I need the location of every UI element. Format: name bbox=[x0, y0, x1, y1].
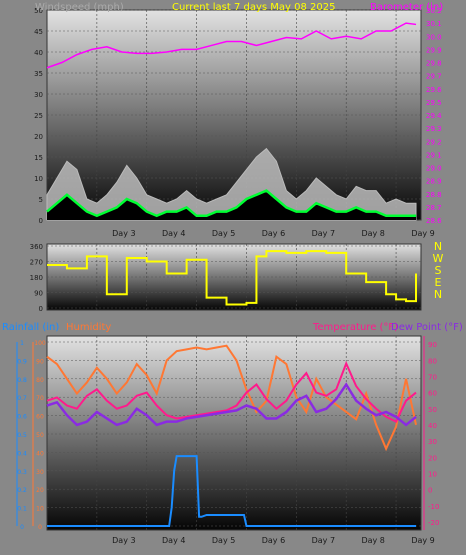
temperature-axis-label: Temperature (°F) bbox=[312, 322, 398, 333]
temperature-tick-label: 20 bbox=[428, 454, 437, 462]
humidity-tick-label: 30 bbox=[36, 469, 44, 476]
temperature-tick-label: 10 bbox=[428, 470, 437, 478]
humidity-tick-label: 60 bbox=[36, 414, 44, 421]
x-tick-label: Day 6 bbox=[262, 229, 285, 238]
y-left-tick-label: 10 bbox=[34, 175, 43, 183]
x-tick-label: Day 9 bbox=[411, 536, 434, 545]
y-left-tick-label: 90 bbox=[34, 290, 43, 298]
y-left-tick-label: 180 bbox=[30, 274, 43, 282]
y-right-tick-label: 29.8 bbox=[426, 60, 442, 68]
temperature-tick-label: 90 bbox=[428, 341, 437, 349]
temperature-tick-label: 60 bbox=[428, 390, 437, 398]
y-left-tick-label: 270 bbox=[30, 259, 43, 267]
temperature-tick-label: 80 bbox=[428, 357, 437, 365]
y-right-tick-label: 29.1 bbox=[426, 151, 442, 159]
y-left-tick-label: 45 bbox=[34, 28, 43, 36]
x-tick-label: Day 7 bbox=[312, 536, 335, 545]
y-right-tick-label: 29.3 bbox=[426, 125, 442, 133]
x-tick-label: Day 3 bbox=[112, 229, 135, 238]
x-tick-label: Day 4 bbox=[162, 536, 185, 545]
y-left-tick-label: 30 bbox=[34, 91, 43, 99]
humidity-tick-label: 80 bbox=[36, 377, 44, 384]
y-left-tick-label: 5 bbox=[39, 196, 43, 204]
temperature-tick-label: -10 bbox=[428, 503, 439, 511]
wind-baro-x-labels: Day 3 Day 4 Day 5 Day 6 Day 7 Day 8 Day 9 bbox=[112, 229, 435, 238]
y-left-tick-label: 0 bbox=[39, 305, 43, 313]
y-left-tick-label: 0 bbox=[39, 217, 43, 225]
temperature-tick-label: 40 bbox=[428, 422, 437, 430]
rain-tick-label: 0.3 bbox=[17, 469, 27, 476]
chart-title: Current last 7 days May 08 2025 bbox=[172, 2, 335, 13]
y-right-tick-label: 30.1 bbox=[426, 20, 442, 28]
y-right-tick-label: 29.0 bbox=[426, 165, 442, 173]
x-tick-label: Day 5 bbox=[212, 536, 235, 545]
x-tick-label: Day 8 bbox=[361, 536, 384, 545]
rain-tick-label: 0.6 bbox=[17, 414, 27, 421]
x-tick-label: Day 4 bbox=[162, 229, 185, 238]
y-left-tick-label: 15 bbox=[34, 154, 43, 162]
rain-tick-label: 0.9 bbox=[17, 358, 27, 365]
y-left-tick-label: 20 bbox=[34, 133, 43, 141]
humidity-tick-label: 50 bbox=[36, 432, 44, 439]
compass-label: N bbox=[434, 288, 442, 301]
y-right-tick-label: 29.5 bbox=[426, 99, 442, 107]
windspeed-axis-label: Windspeed (mph) bbox=[35, 2, 124, 13]
temperature-tick-label: 70 bbox=[428, 373, 437, 381]
y-right-tick-label: 29.4 bbox=[426, 112, 442, 120]
x-tick-label: Day 3 bbox=[112, 536, 135, 545]
y-right-tick-label: 28.6 bbox=[426, 217, 442, 225]
temperature-tick-label: -20 bbox=[428, 519, 439, 527]
x-tick-label: Day 5 bbox=[212, 229, 235, 238]
humidity-tick-label: 0 bbox=[38, 524, 42, 531]
y-left-tick-label: 25 bbox=[34, 112, 43, 120]
rain-tick-label: 0.8 bbox=[17, 377, 27, 384]
y-right-tick-label: 28.7 bbox=[426, 204, 442, 212]
temperature-tick-label: 0 bbox=[428, 487, 432, 495]
y-right-tick-label: 29.7 bbox=[426, 73, 442, 81]
rain-temp-x-labels: Day 3 Day 4 Day 5 Day 6 Day 7 Day 8 Day 9 bbox=[112, 536, 435, 545]
temperature-tick-label: 50 bbox=[428, 406, 437, 414]
temperature-tick-label: 30 bbox=[428, 438, 437, 446]
y-left-tick-label: 35 bbox=[34, 70, 43, 78]
y-right-tick-label: 28.8 bbox=[426, 191, 442, 199]
humidity-tick-label: 40 bbox=[36, 450, 44, 457]
humidity-tick-label: 20 bbox=[36, 487, 44, 494]
y-left-tick-label: 40 bbox=[34, 49, 43, 57]
y-right-tick-label: 28.9 bbox=[426, 178, 442, 186]
rain-temp-plot-area bbox=[46, 335, 422, 531]
rain-tick-label: 0.5 bbox=[17, 432, 27, 439]
humidity-tick-label: 10 bbox=[36, 506, 44, 513]
y-right-tick-label: 30.0 bbox=[426, 33, 442, 41]
y-right-tick-label: 29.9 bbox=[426, 46, 442, 54]
barometer-axis-label: Barometer (in) bbox=[370, 2, 443, 13]
humidity-tick-label: 70 bbox=[36, 395, 44, 402]
rainfall-axis-label: Rainfall (in) bbox=[2, 322, 59, 333]
rain-tick-label: 0 bbox=[20, 524, 24, 531]
dewpoint-axis-label: Dew Point (°F) bbox=[391, 322, 463, 333]
rain-tick-label: 0.1 bbox=[17, 506, 27, 513]
y-right-tick-label: 29.2 bbox=[426, 138, 442, 146]
x-tick-label: Day 7 bbox=[312, 229, 335, 238]
weather-chart: 0510152025303540455028.628.728.828.929.0… bbox=[2, 2, 463, 545]
rain-tick-label: 0.4 bbox=[17, 450, 27, 457]
x-tick-label: Day 6 bbox=[262, 536, 285, 545]
rain-tick-label: 1 bbox=[20, 340, 24, 347]
humidity-axis-label: Humidity bbox=[66, 322, 111, 333]
x-tick-label: Day 9 bbox=[411, 229, 434, 238]
y-left-tick-label: 360 bbox=[30, 243, 43, 251]
y-right-tick-label: 29.6 bbox=[426, 86, 442, 94]
humidity-tick-label: 100 bbox=[34, 340, 46, 347]
rain-tick-label: 0.7 bbox=[17, 395, 27, 402]
rain-tick-label: 0.2 bbox=[17, 487, 27, 494]
x-tick-label: Day 8 bbox=[361, 229, 384, 238]
humidity-tick-label: 90 bbox=[36, 358, 44, 365]
